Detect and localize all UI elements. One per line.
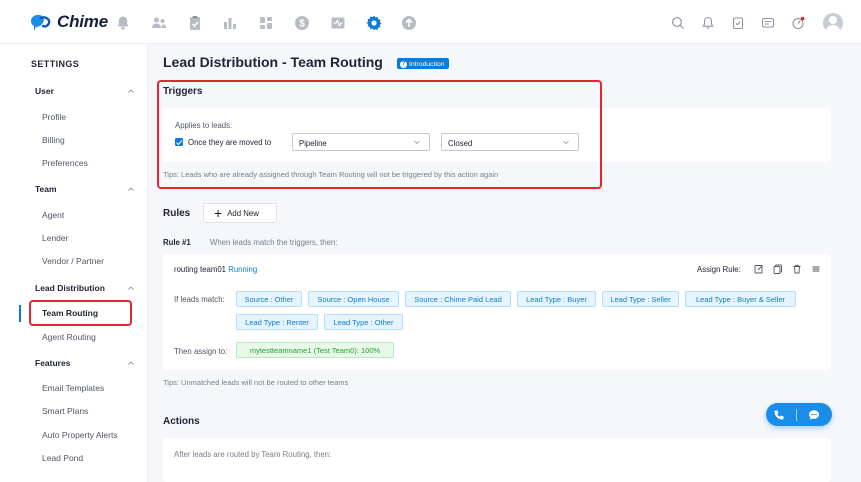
tag-source-other[interactable]: Source : Other: [236, 291, 302, 307]
sidebar-item-email-templates[interactable]: Email Templates: [42, 383, 104, 393]
sidebar-group-user[interactable]: User: [35, 86, 54, 96]
sidebar-item-vendor-partner[interactable]: Vendor / Partner: [42, 256, 104, 266]
match-label: If leads match:: [174, 295, 225, 304]
sidebar-item-preferences[interactable]: Preferences: [42, 158, 88, 168]
tag-lead-type-seller[interactable]: Lead Type : Seller: [602, 291, 679, 307]
sidebar-group-lead-distribution[interactable]: Lead Distribution: [35, 283, 105, 293]
sidebar-item-lead-pond[interactable]: Lead Pond: [42, 453, 83, 463]
tag-source-chime-paid-lead[interactable]: Source : Chime Paid Lead: [405, 291, 511, 307]
actions-description: After leads are routed by Team Routing, …: [174, 450, 332, 459]
team-name: routing team01: [174, 265, 227, 274]
tag-lead-type-renter[interactable]: Lead Type : Renter: [236, 314, 318, 330]
search-icon[interactable]: [667, 12, 689, 34]
active-indicator: [19, 305, 21, 322]
plus-icon: +: [214, 205, 223, 221]
chevron-up-icon[interactable]: [127, 185, 135, 193]
sidebar-item-smart-plans[interactable]: Smart Plans: [42, 406, 88, 416]
upload-icon[interactable]: [398, 12, 420, 34]
chime-logo-icon: [28, 12, 52, 32]
rule-description: When leads match the triggers, then:: [210, 238, 338, 247]
activity-icon[interactable]: [327, 12, 349, 34]
message-icon[interactable]: [757, 12, 779, 34]
sidebar-item-auto-property-alerts[interactable]: Auto Property Alerts: [42, 430, 118, 440]
highlight-box-triggers: [157, 80, 602, 189]
tag-lead-type-buyer-seller[interactable]: Lead Type : Buyer & Seller: [685, 291, 796, 307]
chevron-up-icon[interactable]: [127, 87, 135, 95]
rules-title: Rules: [163, 208, 191, 219]
right-nav: [659, 12, 843, 34]
add-new-button[interactable]: + Add New: [203, 203, 277, 223]
tag-source-open-house[interactable]: Source : Open House: [308, 291, 399, 307]
sidebar-item-lender[interactable]: Lender: [42, 233, 68, 243]
people-icon[interactable]: [148, 12, 170, 34]
sidebar-group-features[interactable]: Features: [35, 358, 70, 368]
drag-handle-icon[interactable]: [809, 263, 823, 275]
rule-number: Rule #1: [163, 238, 191, 247]
page-title: Lead Distribution - Team Routing: [163, 54, 383, 70]
contact-fab[interactable]: [766, 403, 832, 426]
rule-actions: [752, 263, 828, 275]
highlight-box-team-routing: [29, 300, 132, 326]
rules-tips: Tips: Unmatched leads will not be routed…: [163, 378, 349, 387]
sidebar-title: SETTINGS: [31, 59, 80, 69]
actions-title: Actions: [163, 416, 200, 427]
tag-lead-type-buyer[interactable]: Lead Type : Buyer: [517, 291, 596, 307]
gear-icon[interactable]: [363, 12, 385, 34]
app-name: Chime: [57, 12, 108, 31]
chat-icon[interactable]: [801, 403, 827, 426]
chevron-up-icon[interactable]: [127, 284, 135, 292]
rule-team-name: routing team01 Running: [174, 265, 257, 274]
bell-badge-icon[interactable]: [112, 12, 134, 34]
sidebar-item-agent-routing[interactable]: Agent Routing: [42, 332, 96, 342]
edit-icon[interactable]: [752, 263, 766, 275]
avatar[interactable]: [823, 13, 843, 33]
introduction-badge[interactable]: ? Introduction: [397, 58, 449, 69]
gauge-icon[interactable]: [787, 12, 809, 34]
main-nav: $: [112, 12, 434, 34]
question-icon: ?: [400, 60, 407, 68]
chevron-up-icon[interactable]: [127, 359, 135, 367]
rule-status: Running: [228, 265, 258, 274]
phone-icon[interactable]: [766, 403, 792, 426]
task-icon[interactable]: [727, 12, 749, 34]
fab-divider: [796, 408, 797, 421]
delete-icon[interactable]: [790, 263, 804, 275]
top-bar: Chime $: [0, 0, 861, 44]
svg-text:$: $: [299, 19, 305, 30]
copy-icon[interactable]: [771, 263, 785, 275]
assignee-tag[interactable]: mytestteamname1 (Test Team0): 100%: [236, 342, 394, 358]
assign-label: Then assign to:: [174, 347, 228, 356]
bar-chart-icon[interactable]: [219, 12, 241, 34]
sidebar-item-agent[interactable]: Agent: [42, 210, 64, 220]
sidebar-item-billing[interactable]: Billing: [42, 135, 65, 145]
notification-icon[interactable]: [697, 12, 719, 34]
tag-lead-type-other[interactable]: Lead Type : Other: [324, 314, 403, 330]
dashboard-icon[interactable]: [255, 12, 277, 34]
actions-card: [163, 438, 831, 482]
sidebar-item-profile[interactable]: Profile: [42, 112, 66, 122]
add-new-label: Add New: [227, 208, 259, 218]
sidebar-group-team[interactable]: Team: [35, 184, 57, 194]
introduction-label: Introduction: [409, 60, 445, 68]
chime-logo[interactable]: Chime: [28, 12, 108, 32]
clipboard-icon[interactable]: [184, 12, 206, 34]
assign-rule-label: Assign Rule:: [697, 265, 741, 274]
dollar-icon[interactable]: $: [291, 12, 313, 34]
